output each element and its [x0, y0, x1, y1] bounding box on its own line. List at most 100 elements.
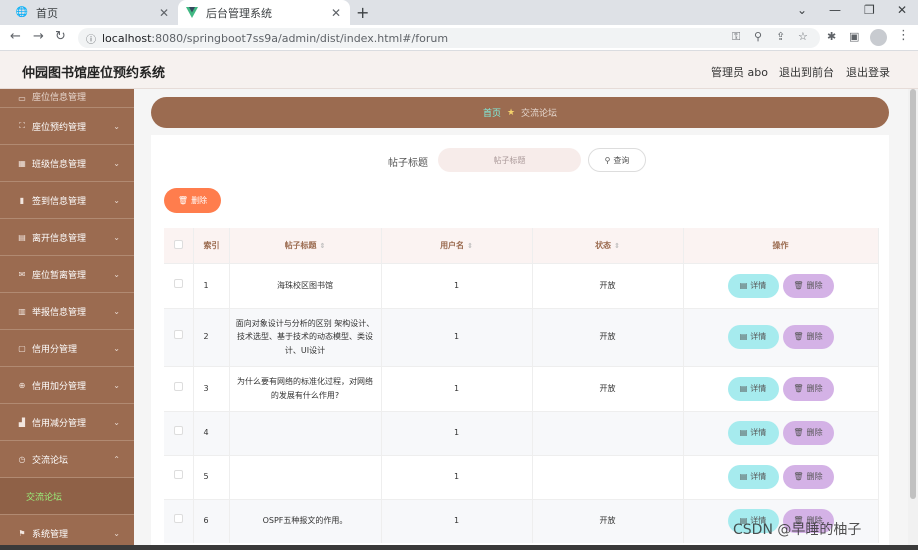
detail-button[interactable]: ▤ 详情 [727, 376, 779, 401]
sidebar-item-label: 签到信息管理 [32, 196, 87, 207]
trash-icon: 🗑 [793, 280, 804, 290]
zoom-icon[interactable]: ⚲ [754, 30, 762, 43]
sidebar-item-credit-minus[interactable]: ▟ 信用减分管理 ⌄ [0, 404, 134, 441]
bulk-delete-button[interactable]: 🗑 删除 [164, 188, 221, 213]
sidebar-item-label: 座位信息管理 [32, 93, 87, 103]
sidebar-item-label: 信用分管理 [32, 344, 78, 355]
sidebar-item-credit-plus[interactable]: ⊕ 信用加分管理 ⌄ [0, 367, 134, 404]
detail-button[interactable]: ▤ 详情 [727, 325, 779, 349]
sidebar-item-seat-booking[interactable]: ⛶ 座位预约管理 ⌄ [0, 108, 134, 145]
share-icon[interactable]: ⇪ [776, 30, 785, 43]
cell-username: 1 [381, 498, 533, 543]
close-tab-icon[interactable]: ✕ [328, 6, 344, 20]
chevron-down-icon: ⌄ [113, 528, 120, 538]
taskbar-strip [0, 545, 918, 550]
extensions-icon[interactable]: ✱ [827, 30, 836, 43]
row-select-cell [164, 365, 194, 411]
sidebar-item-label: 班级信息管理 [32, 159, 87, 170]
key-icon[interactable]: ⚿ [732, 30, 740, 44]
close-window-icon[interactable]: ✕ [897, 3, 907, 17]
detail-button[interactable]: ▤ 详情 [727, 421, 779, 445]
detail-icon: ▤ [739, 428, 748, 438]
chevron-down-icon: ⌄ [113, 417, 120, 427]
sort-icon[interactable]: ⇕ [614, 242, 620, 250]
header-index: 索引 [193, 228, 230, 263]
profile-avatar[interactable] [870, 29, 887, 46]
row-checkbox[interactable] [173, 426, 183, 436]
detail-button[interactable]: ▤ 详情 [727, 465, 779, 489]
delete-button[interactable]: 🗑 删除 [782, 465, 834, 489]
sidebar-item-report[interactable]: ▥ 举报信息管理 ⌄ [0, 293, 134, 330]
app-header: 仲园图书馆座位预约系统 管理员 abo 退出到前台 退出登录 [0, 51, 918, 89]
header-status[interactable]: 状态 ⇕ [532, 228, 684, 263]
delete-button[interactable]: 🗑 删除 [782, 421, 834, 445]
url-host: localhost [102, 31, 152, 45]
search-title-input[interactable] [438, 148, 581, 172]
cell-status: 开放 [532, 365, 684, 411]
site-info-icon[interactable]: ⓘ [86, 31, 96, 46]
cell-username: 1 [381, 365, 533, 411]
chevron-down-icon: ⌄ [113, 306, 120, 316]
detail-button[interactable]: ▤ 详情 [727, 273, 779, 298]
close-tab-icon[interactable]: ✕ [156, 6, 172, 20]
page-scrollbar[interactable] [908, 89, 918, 550]
sidebar-item-leave[interactable]: ▤ 离开信息管理 ⌄ [0, 219, 134, 256]
reload-icon[interactable]: ↻ [55, 29, 66, 44]
query-button[interactable]: ⚲ 查询 [588, 148, 646, 172]
header-username[interactable]: 用户名 ⇕ [381, 228, 533, 263]
restore-icon[interactable]: ❐ [864, 3, 875, 17]
address-bar[interactable]: ⓘ localhost:8080/springboot7ss9a/admin/d… [78, 28, 820, 48]
sort-icon[interactable]: ⇕ [467, 242, 473, 250]
table-row: 2 面向对象设计与分析的区别 架构设计、技术选型、基于技术的动态模型、类设计、U… [164, 307, 879, 366]
delete-button[interactable]: 🗑 删除 [782, 325, 834, 349]
cell-status [532, 454, 684, 499]
chevron-up-icon: ⌃ [113, 454, 120, 464]
sidebar-subitem-label: 交流论坛 [26, 492, 63, 503]
tab-search-icon[interactable]: ⌄ [797, 3, 807, 17]
back-icon[interactable]: ← [10, 29, 21, 44]
delete-button[interactable]: 🗑 删除 [782, 273, 834, 298]
header-status-label: 状态 [595, 240, 612, 250]
row-checkbox[interactable] [173, 278, 183, 288]
sidebar-subitem-forum[interactable]: 交流论坛 [0, 478, 134, 515]
sidebar-item-class-info[interactable]: ▦ 班级信息管理 ⌄ [0, 145, 134, 182]
browser-menu-icon[interactable]: ⋮ [897, 28, 910, 43]
scrollbar-thumb[interactable] [910, 89, 916, 499]
trash-icon: 🗑 [793, 472, 804, 482]
search-icon: ⚲ [604, 155, 611, 165]
browser-tab-admin[interactable]: 后台管理系统 ✕ [178, 0, 350, 25]
exit-to-front-link[interactable]: 退出到前台 [779, 64, 834, 80]
minimize-icon[interactable]: — [829, 3, 841, 17]
forward-icon[interactable]: → [33, 29, 44, 44]
new-tab-button[interactable]: + [356, 3, 369, 22]
sort-icon[interactable]: ⇕ [320, 242, 326, 250]
select-all-checkbox[interactable] [173, 239, 183, 249]
browser-tab-home[interactable]: 🌐 首页 ✕ [8, 0, 178, 25]
sidebar-item-checkin[interactable]: ▮ 签到信息管理 ⌄ [0, 182, 134, 219]
table-row: 1 海珠校区图书馆 1 开放 ▤ 详情 🗑 删除 [164, 262, 879, 308]
query-button-label: 查询 [613, 155, 630, 165]
bookmark-star-icon[interactable]: ☆ [798, 30, 808, 43]
logout-link[interactable]: 退出登录 [846, 64, 890, 80]
cell-index: 6 [193, 498, 230, 543]
sidebar-item-credit[interactable]: ▢ 信用分管理 ⌄ [0, 330, 134, 367]
sidebar-item-seat-away[interactable]: ✉ 座位暂离管理 ⌄ [0, 256, 134, 293]
cell-title: 面向对象设计与分析的区别 架构设计、技术选型、基于技术的动态模型、类设计、UI设… [229, 307, 382, 366]
side-panel-icon[interactable]: ▣ [849, 30, 859, 43]
class-icon: ▦ [18, 158, 26, 168]
cell-actions: ▤ 详情 🗑 删除 [683, 262, 879, 308]
row-checkbox[interactable] [173, 470, 183, 480]
header-title[interactable]: 帖子标题 ⇕ [229, 228, 382, 263]
chevron-down-icon: ⌄ [113, 343, 120, 353]
row-checkbox[interactable] [173, 381, 183, 391]
delete-button[interactable]: 🗑 删除 [782, 376, 834, 401]
detail-label: 详情 [750, 280, 767, 290]
sidebar-item-forum[interactable]: ◷ 交流论坛 ⌃ [0, 441, 134, 478]
row-select-cell [164, 262, 194, 308]
delete-label: 删除 [806, 280, 823, 290]
sidebar-item-seat-info[interactable]: ▭ 座位信息管理 [0, 89, 134, 108]
breadcrumb-home[interactable]: 首页 [483, 106, 501, 119]
row-checkbox[interactable] [173, 330, 183, 340]
row-checkbox[interactable] [173, 514, 183, 524]
breadcrumb: 首页 ★ 交流论坛 [151, 97, 889, 128]
